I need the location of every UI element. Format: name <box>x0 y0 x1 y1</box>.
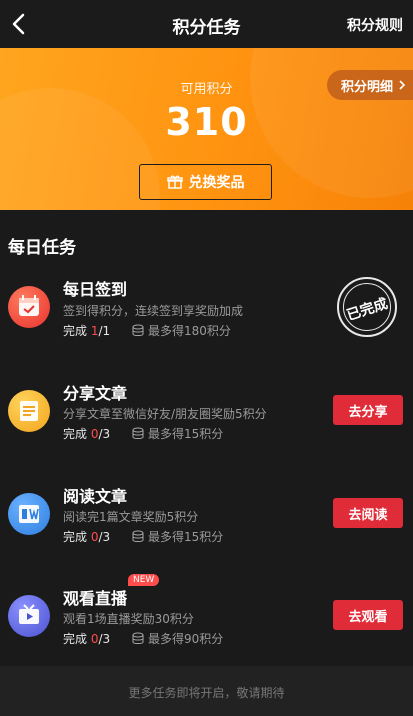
footer-note: 更多任务即将开启，敬请期待 <box>128 686 285 700</box>
completed-stamp: 已完成 <box>337 277 397 337</box>
share-button[interactable]: 去分享 <box>333 395 403 425</box>
book-icon <box>8 493 50 535</box>
progress-label: 完成 <box>63 632 88 646</box>
rules-link[interactable]: 积分规则 <box>347 15 403 35</box>
task-name: 观看直播 <box>63 589 128 608</box>
task-name: 分享文章 <box>63 384 128 403</box>
coin-stack-icon <box>132 427 144 439</box>
progress-label: 完成 <box>63 324 88 338</box>
task-desc: 观看1场直播奖励30积分 <box>63 612 194 626</box>
task-progress: 完成 0/3 最多得90积分 <box>63 630 223 647</box>
task-progress: 完成 0/3 最多得15积分 <box>63 528 223 545</box>
progress-label: 完成 <box>63 427 88 441</box>
progress-max: 最多得15积分 <box>148 530 224 544</box>
progress-label: 完成 <box>63 530 88 544</box>
task-name: 阅读文章 <box>63 487 128 506</box>
read-button[interactable]: 去阅读 <box>333 498 403 528</box>
section-title: 每日任务 <box>8 238 76 258</box>
redeem-button[interactable]: 兑换奖品 <box>139 164 272 200</box>
document-icon <box>8 390 50 432</box>
progress-total: /3 <box>98 427 111 441</box>
coin-stack-icon <box>132 530 144 542</box>
task-progress: 完成 1/1 最多得180积分 <box>63 322 231 339</box>
progress-total: /3 <box>98 530 111 544</box>
progress-total: /3 <box>98 632 111 646</box>
progress-max: 最多得90积分 <box>148 632 224 646</box>
redeem-label: 兑换奖品 <box>188 175 245 191</box>
points-detail-label: 积分明细 <box>341 79 394 95</box>
chevron-right-icon <box>399 80 406 90</box>
new-badge: NEW <box>128 574 160 586</box>
gift-icon <box>166 175 183 189</box>
calendar-check-icon <box>8 286 50 328</box>
tv-play-icon <box>8 595 50 637</box>
watch-button[interactable]: 去观看 <box>333 600 403 630</box>
task-progress: 完成 0/3 最多得15积分 <box>63 425 223 442</box>
progress-total: /1 <box>98 324 111 338</box>
points-banner: 可用积分 310 积分明细 兑换奖品 <box>0 48 413 210</box>
progress-max: 最多得180积分 <box>148 324 231 338</box>
coin-stack-icon <box>132 324 144 336</box>
task-desc: 阅读完1篇文章奖励5积分 <box>63 510 199 524</box>
footer: 更多任务即将开启，敬请期待 <box>0 666 413 716</box>
progress-max: 最多得15积分 <box>148 427 224 441</box>
points-value: 310 <box>165 100 248 144</box>
coin-stack-icon <box>132 632 144 644</box>
points-detail-button[interactable]: 积分明细 <box>327 70 413 100</box>
task-name: 每日签到 <box>63 280 128 299</box>
navbar: 积分任务 积分规则 <box>0 0 413 48</box>
task-desc: 签到得积分，连续签到享奖励加成 <box>63 304 244 318</box>
task-desc: 分享文章至微信好友/朋友圈奖励5积分 <box>63 407 267 421</box>
